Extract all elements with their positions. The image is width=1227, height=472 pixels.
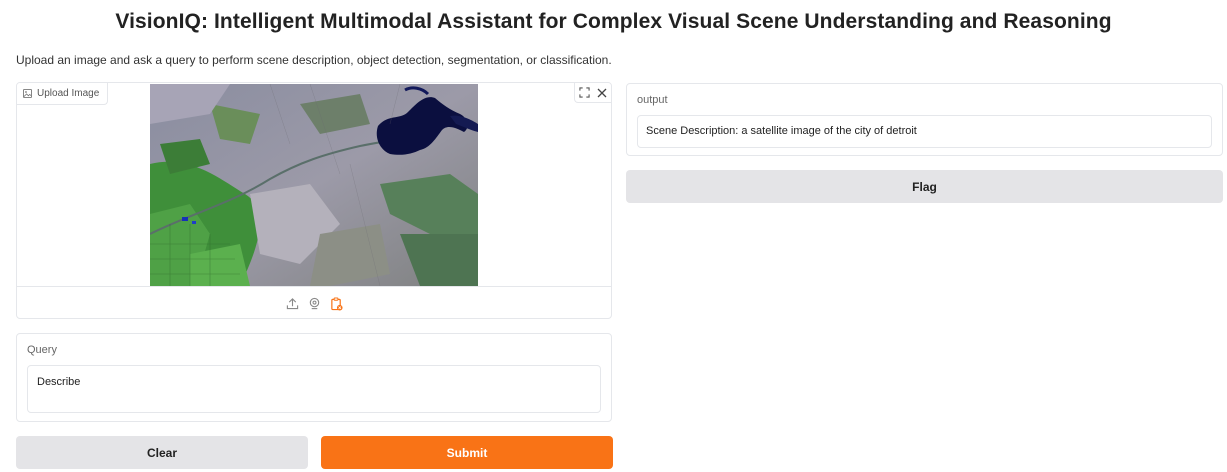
fullscreen-icon[interactable] [575,84,593,102]
image-source-selector [17,286,611,318]
image-icon [23,89,32,98]
clipboard-icon[interactable] [329,296,343,311]
query-input[interactable]: Describe [27,365,601,413]
close-icon[interactable] [593,84,611,102]
webcam-icon[interactable] [307,297,321,311]
query-label: Query [27,344,57,356]
page-description: Upload an image and ask a query to perfo… [16,53,612,67]
output-textbox[interactable]: Scene Description: a satellite image of … [637,115,1212,148]
output-field-block: output Scene Description: a satellite im… [626,83,1223,156]
flag-button[interactable]: Flag [626,170,1223,203]
image-input[interactable]: Upload Image [16,82,612,319]
output-label: output [637,94,668,106]
query-field-block: Query Describe [16,333,612,422]
upload-icon[interactable] [285,297,299,311]
image-controls [574,83,611,103]
clear-button[interactable]: Clear [16,436,308,469]
page-title: VisionIQ: Intelligent Multimodal Assista… [115,10,1112,33]
image-input-label: Upload Image [17,83,109,105]
submit-button[interactable]: Submit [321,436,613,469]
uploaded-satellite-image [150,84,478,286]
app-page: VisionIQ: Intelligent Multimodal Assista… [0,0,1227,472]
image-input-label-text: Upload Image [37,88,100,99]
